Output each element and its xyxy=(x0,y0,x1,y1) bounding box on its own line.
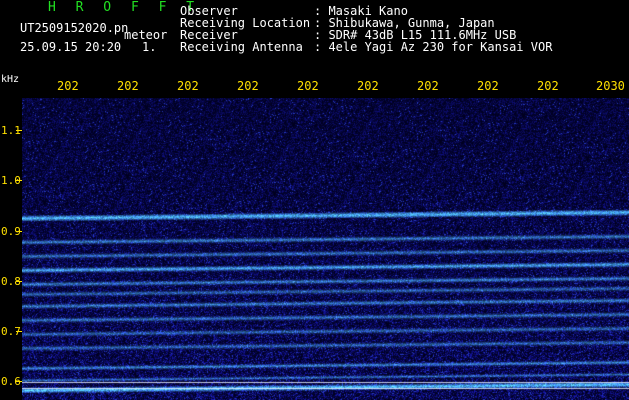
index-label: 1. xyxy=(142,40,157,54)
datetime-label: 25.09.15 20:20 xyxy=(20,40,122,54)
time-tick-label: 202 xyxy=(297,79,319,93)
time-tick-label: 202 xyxy=(477,79,499,93)
filename-label: UT2509152020.pn xyxy=(20,21,129,35)
time-tick-label: 202 xyxy=(417,79,439,93)
time-tick-label: 202 xyxy=(117,79,139,93)
unit-label: kHz xyxy=(1,74,20,85)
time-tick-label: 202 xyxy=(357,79,379,93)
antenna-value: : 4ele Yagi Az 230 for Kansai VOR xyxy=(314,40,553,54)
time-tick-label: 202 xyxy=(177,79,199,93)
antenna-label: Receiving Antenna xyxy=(180,40,303,54)
brand-title: H R O F F T xyxy=(48,0,201,15)
header-panel: H R O F F T UT2509152020.pn meteor 25.09… xyxy=(0,0,629,72)
spectrogram xyxy=(22,98,629,400)
time-tick-label: 2030 xyxy=(596,79,625,93)
time-tick-label: 202 xyxy=(237,79,259,93)
time-tick-label: 202 xyxy=(537,79,559,93)
time-tick-label: 202 xyxy=(57,79,79,93)
